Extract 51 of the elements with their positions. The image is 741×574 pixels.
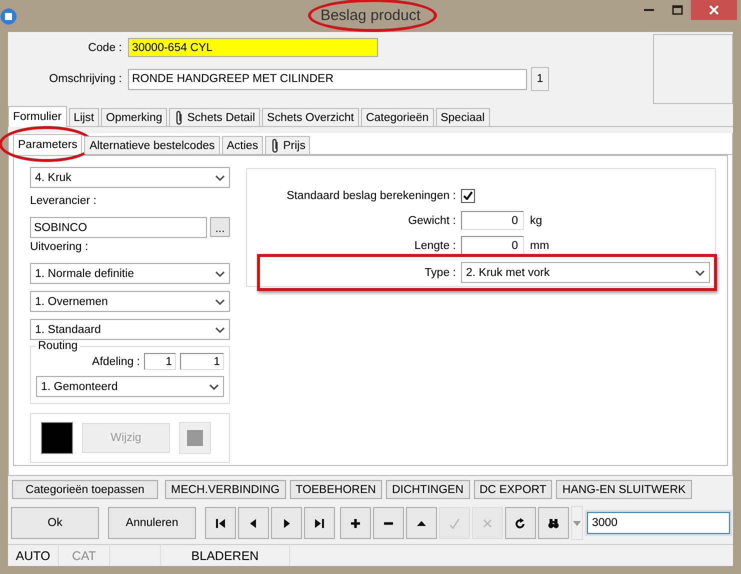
option-dropdown[interactable]: 1. Standaard <box>30 319 230 340</box>
action-button[interactable]: Categorieën toepassen <box>12 480 158 499</box>
option-dropdown[interactable]: 1. Normale definitie <box>30 263 230 284</box>
action-button[interactable]: TOEBEHOREN <box>290 480 382 499</box>
ok-button[interactable]: Ok <box>11 507 99 539</box>
status-text: BLADEREN <box>161 545 290 566</box>
tab[interactable]: Schets Overzicht <box>262 108 359 126</box>
action-button[interactable]: MECH.VERBINDING <box>165 480 286 499</box>
tab[interactable]: Alternatieve bestelcodes <box>84 136 220 154</box>
status-text: CAT <box>59 545 110 566</box>
action-button[interactable]: HANG-EN SLUITWERK <box>556 480 692 499</box>
browse-button[interactable]: ... <box>210 217 230 237</box>
code-label: Code : <box>87 42 123 54</box>
search-field[interactable]: 3000 <box>587 512 730 534</box>
department-field[interactable]: 1 <box>144 353 176 370</box>
code-field[interactable]: 30000-654 CYL <box>128 38 378 57</box>
supplier-field[interactable]: SOBINCO <box>30 217 207 238</box>
type-dropdown[interactable]: 2. Kruk met vork <box>461 262 710 283</box>
tab[interactable]: Lijst <box>68 108 100 126</box>
mode-dropdown[interactable]: 1. Gemonteerd <box>36 376 224 397</box>
description-field[interactable]: RONDE HANDGREEP MET CILINDER <box>128 68 527 90</box>
length-field[interactable]: 0 <box>461 236 524 255</box>
tab[interactable]: Parameters <box>13 134 82 155</box>
standard-calc-label: Standaard beslag berekeningen : <box>286 190 457 202</box>
department-label: Afdeling : <box>92 356 140 368</box>
counter-field: 1 <box>531 67 549 91</box>
tab[interactable]: Opmerking <box>101 108 168 126</box>
action-button[interactable]: DC EXPORT <box>474 480 552 499</box>
tab[interactable]: Formulier <box>8 106 67 127</box>
action-button[interactable]: DICHTINGEN <box>386 480 470 499</box>
execution-label: Uitvoering : <box>30 241 90 255</box>
supplier-label: Leverancier : <box>30 195 98 209</box>
weight-field[interactable]: 0 <box>461 211 524 230</box>
weight-unit: kg <box>530 214 542 226</box>
department-field[interactable]: 1 <box>180 353 224 370</box>
length-unit: mm <box>530 240 550 252</box>
tab[interactable]: Speciaal <box>436 108 490 126</box>
length-label: Lengte : <box>413 240 457 252</box>
tab[interactable]: Categorieën <box>360 108 434 126</box>
category-dropdown[interactable]: 4. Kruk <box>30 167 230 188</box>
description-label: Omschrijving : <box>48 73 123 85</box>
weight-label: Gewicht : <box>407 214 457 226</box>
type-label: Type : <box>424 266 457 278</box>
status-text: AUTO <box>8 545 59 566</box>
window-title: Beslag product <box>320 7 421 24</box>
tab[interactable]: Acties <box>222 136 264 154</box>
tab[interactable]: Prijs <box>265 136 310 154</box>
routing-title: Routing <box>36 340 80 352</box>
cancel-button[interactable]: Annuleren <box>108 507 196 539</box>
option-dropdown[interactable]: 1. Overnemen <box>30 291 230 312</box>
tab[interactable]: Schets Detail <box>169 108 260 126</box>
